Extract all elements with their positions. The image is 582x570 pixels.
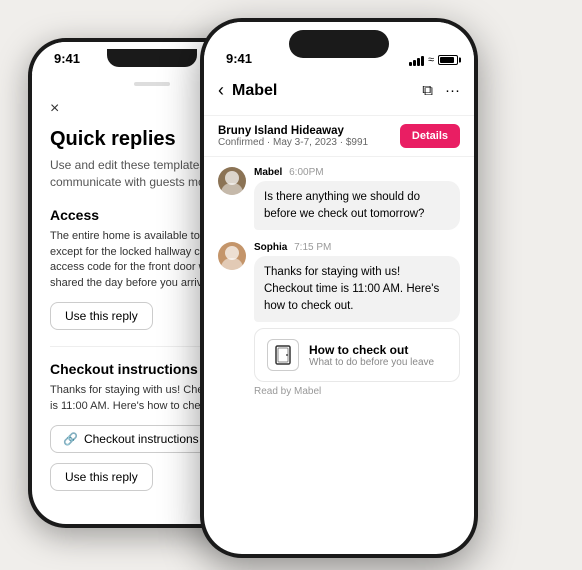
message-row-mabel: Mabel 6:00PM Is there anything we should… [218, 167, 460, 230]
chat-header: ‹ Mabel ⧉ ··· [204, 74, 474, 116]
booking-card: Bruny Island Hideaway Confirmed · May 3-… [204, 116, 474, 157]
checkout-link-label: Checkout instructions [84, 432, 199, 446]
battery-icon [438, 55, 458, 65]
status-icons: ≈ [409, 54, 458, 66]
status-time-back: 9:41 [54, 51, 80, 66]
dynamic-island [289, 30, 389, 58]
chat-contact-name: Mabel [232, 82, 414, 100]
signal-icon [409, 54, 424, 66]
msg-text-sophia: Thanks for staying with us! Checkout tim… [254, 256, 460, 322]
drag-handle [134, 82, 170, 86]
message-body-sophia: Sophia 7:15 PM Thanks for staying with u… [254, 242, 460, 397]
msg-sender-mabel: Mabel 6:00PM [254, 167, 460, 178]
checkout-card-subtitle: What to do before you leave [309, 357, 434, 368]
copy-icon[interactable]: ⧉ [422, 82, 433, 99]
msg-time-mabel: 6:00PM [289, 167, 323, 178]
door-icon [274, 345, 292, 365]
phone-front: 9:41 ≈ ‹ Mab [200, 18, 478, 558]
more-options-icon[interactable]: ··· [445, 82, 460, 99]
msg-text-mabel: Is there anything we should do before we… [254, 181, 460, 230]
booking-title: Bruny Island Hideaway [218, 125, 368, 137]
checkout-card-text: How to check out What to do before you l… [309, 343, 434, 368]
avatar-sophia [218, 242, 246, 270]
status-time-front: 9:41 [226, 51, 252, 66]
msg-sender-sophia: Sophia 7:15 PM [254, 242, 460, 253]
notch-back [107, 49, 197, 67]
checkout-card-icon [267, 339, 299, 371]
booking-subtitle: Confirmed · May 3-7, 2023 · $991 [218, 137, 368, 148]
wifi-icon: ≈ [428, 54, 434, 66]
message-row-sophia: Sophia 7:15 PM Thanks for staying with u… [218, 242, 460, 397]
checkout-instructions-link[interactable]: 🔗 Checkout instructions [50, 425, 212, 453]
message-body-mabel: Mabel 6:00PM Is there anything we should… [254, 167, 460, 230]
avatar-mabel [218, 167, 246, 195]
header-actions: ⧉ ··· [422, 82, 460, 99]
scene: 9:41 × Quick replies Use and edit these … [0, 0, 582, 570]
read-receipt: Read by Mabel [254, 386, 460, 397]
checkout-card-title: How to check out [309, 343, 434, 357]
details-button[interactable]: Details [400, 124, 460, 148]
booking-info: Bruny Island Hideaway Confirmed · May 3-… [218, 125, 368, 148]
use-this-reply-button-2[interactable]: Use this reply [50, 463, 153, 491]
back-button[interactable]: ‹ [218, 80, 224, 101]
use-this-reply-button-1[interactable]: Use this reply [50, 302, 153, 330]
link-icon: 🔗 [63, 432, 78, 446]
msg-time-sophia: 7:15 PM [294, 242, 331, 253]
checkout-card[interactable]: How to check out What to do before you l… [254, 328, 460, 382]
chat-messages: Mabel 6:00PM Is there anything we should… [204, 157, 474, 554]
